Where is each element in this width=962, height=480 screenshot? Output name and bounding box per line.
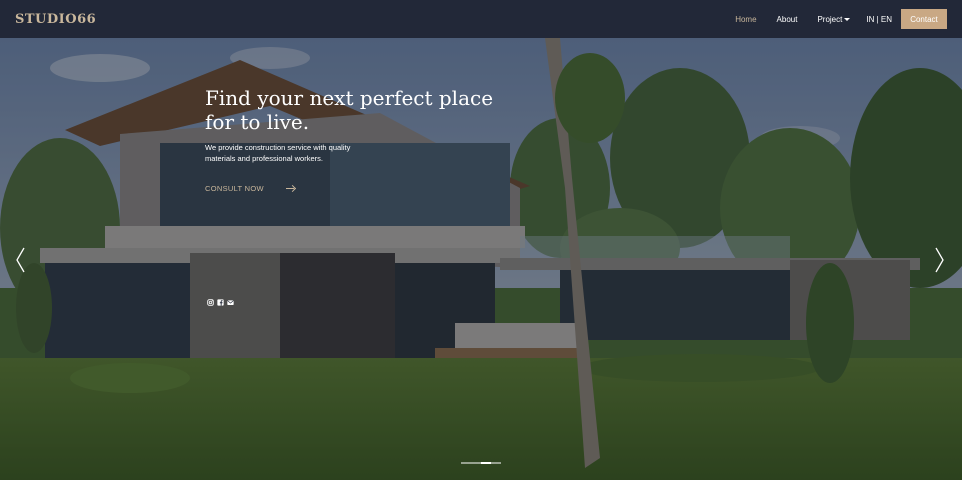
caret-down-icon <box>844 17 851 21</box>
carousel-indicator-1[interactable] <box>461 462 471 464</box>
email-icon[interactable] <box>227 299 234 306</box>
consult-now-link[interactable]: CONSULT NOW <box>205 184 525 193</box>
carousel-indicator-3[interactable] <box>481 462 491 464</box>
carousel-next-icon[interactable] <box>934 246 946 274</box>
nav-link-home[interactable]: Home <box>735 15 756 24</box>
consult-now-label: CONSULT NOW <box>205 184 264 193</box>
hero-content: Find your next perfect place for to live… <box>205 86 525 193</box>
brand-logo[interactable]: STUDIO66 <box>15 12 96 27</box>
nav-dropdown-project[interactable]: Project <box>817 14 851 24</box>
nav-link-about[interactable]: About <box>777 15 798 24</box>
main-nav: Home About Project IN | EN Contact <box>715 9 947 29</box>
navbar: STUDIO66 Home About Project IN | EN Cont… <box>0 0 962 38</box>
carousel-indicator-2[interactable] <box>471 462 481 464</box>
nav-dropdown-project-label: Project <box>817 14 843 24</box>
hero-description: We provide construction service with qua… <box>205 143 351 163</box>
language-switch[interactable]: IN | EN <box>866 15 892 24</box>
contact-button[interactable]: Contact <box>901 9 947 29</box>
hero-title: Find your next perfect place for to live… <box>205 86 525 134</box>
arrow-right-icon <box>285 185 296 193</box>
facebook-icon[interactable] <box>217 299 224 306</box>
hero-title-line-1: Find your next perfect place <box>205 86 494 110</box>
hero-carousel: Find your next perfect place for to live… <box>0 38 962 480</box>
carousel-indicators <box>461 462 501 464</box>
hero-title-line-2: for to live. <box>205 110 310 134</box>
social-links <box>207 299 237 306</box>
carousel-prev-icon[interactable] <box>14 246 26 274</box>
instagram-icon[interactable] <box>207 299 214 306</box>
carousel-indicator-4[interactable] <box>491 462 501 464</box>
